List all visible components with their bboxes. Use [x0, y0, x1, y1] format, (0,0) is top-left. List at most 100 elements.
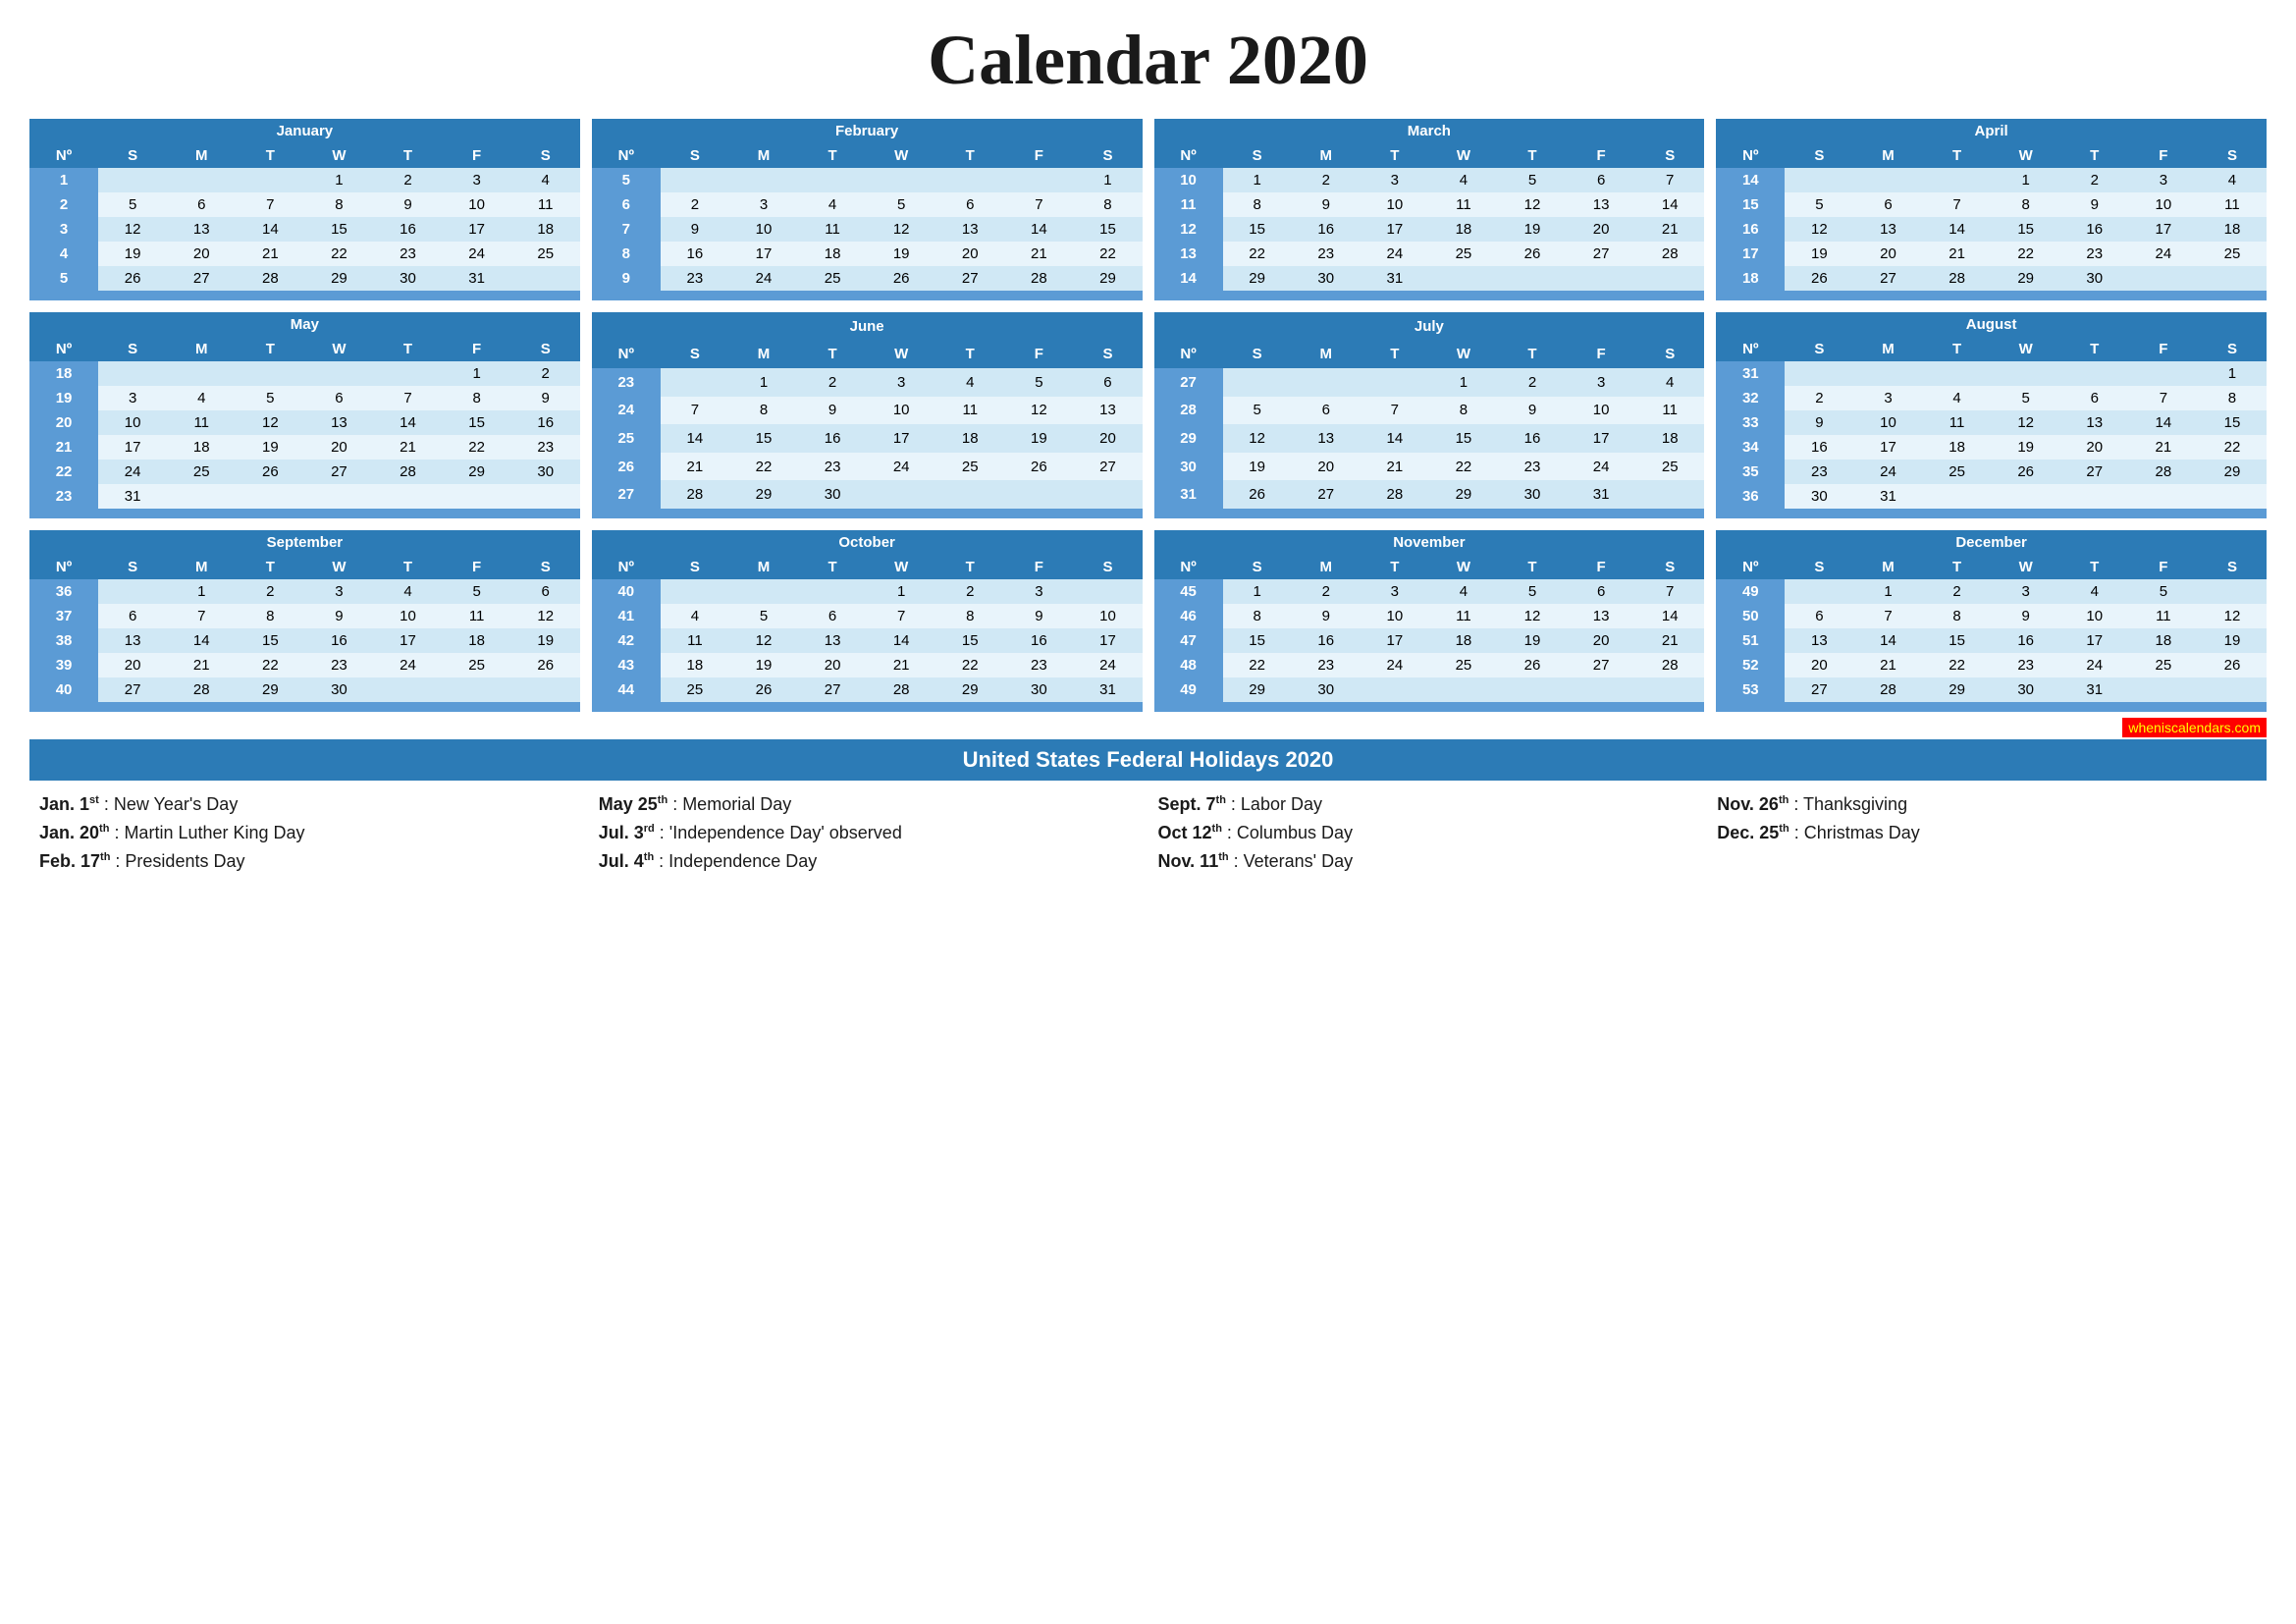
day-cell: 2: [511, 361, 580, 386]
week-number: 47: [1154, 628, 1223, 653]
day-cell: 14: [1923, 217, 1992, 242]
day-cell: 17: [2129, 217, 2198, 242]
day-cell: 28: [1361, 480, 1429, 509]
day-header-S: S: [2198, 555, 2267, 579]
day-cell: 2: [373, 168, 442, 192]
day-cell: 12: [1785, 217, 1853, 242]
week-row: 23123456: [592, 368, 1143, 397]
week-num-header: Nº: [592, 143, 661, 168]
day-cell: 2: [661, 192, 729, 217]
day-header-S: S: [1223, 555, 1292, 579]
holiday-column: Sept. 7th : Labor DayOct 12th : Columbus…: [1158, 790, 1698, 876]
day-cell: 5: [236, 386, 304, 410]
day-cell: 20: [1567, 628, 1635, 653]
day-cell: 6: [304, 386, 373, 410]
week-number: 37: [29, 604, 98, 628]
day-cell: 26: [1004, 453, 1073, 481]
day-cell: 24: [1853, 460, 1922, 484]
week-row: 4145678910: [592, 604, 1143, 628]
day-cell: 10: [1073, 604, 1142, 628]
day-cell: 28: [661, 480, 729, 509]
day-cell: [1635, 677, 1704, 702]
day-cell: 22: [304, 242, 373, 266]
day-cell: 6: [98, 604, 167, 628]
day-cell: 25: [2198, 242, 2267, 266]
day-header-T: T: [236, 337, 304, 361]
day-cell: 25: [443, 653, 511, 677]
day-cell: 10: [1361, 604, 1429, 628]
day-cell: [1992, 484, 2060, 509]
day-cell: 6: [1785, 604, 1853, 628]
day-cell: [798, 579, 867, 604]
day-cell: 10: [2060, 604, 2129, 628]
day-cell: 26: [511, 653, 580, 677]
day-cell: 5: [1498, 579, 1567, 604]
day-header-W: W: [1429, 143, 1498, 168]
day-cell: 17: [1361, 217, 1429, 242]
day-cell: 22: [443, 435, 511, 460]
day-cell: 27: [1785, 677, 1853, 702]
week-number: 6: [592, 192, 661, 217]
week-number: 34: [1716, 435, 1785, 460]
day-header-T: T: [2060, 143, 2129, 168]
day-header-F: F: [2129, 143, 2198, 168]
day-cell: 19: [729, 653, 798, 677]
day-header-M: M: [1853, 337, 1922, 361]
week-number: 27: [592, 480, 661, 509]
day-cell: 21: [867, 653, 935, 677]
day-cell: 22: [729, 453, 798, 481]
day-cell: 14: [1853, 628, 1922, 653]
week-row: 419202122232425: [29, 242, 580, 266]
week-row: 322345678: [1716, 386, 2267, 410]
day-cell: [2129, 266, 2198, 291]
watermark-link[interactable]: wheniscalendars.com: [2122, 718, 2267, 737]
week-number: 26: [592, 453, 661, 481]
week-row: 4318192021222324: [592, 653, 1143, 677]
day-header-F: F: [443, 555, 511, 579]
day-cell: 16: [1004, 628, 1073, 653]
day-cell: 11: [661, 628, 729, 653]
day-cell: 11: [511, 192, 580, 217]
day-cell: [1361, 677, 1429, 702]
day-cell: 28: [236, 266, 304, 291]
week-row: 376789101112: [29, 604, 580, 628]
day-cell: 3: [1567, 368, 1635, 397]
day-cell: 21: [661, 453, 729, 481]
day-header-W: W: [867, 555, 935, 579]
day-cell: 24: [373, 653, 442, 677]
day-cell: 30: [1785, 484, 1853, 509]
week-number: 10: [1154, 168, 1223, 192]
week-number: 41: [592, 604, 661, 628]
day-cell: [443, 484, 511, 509]
month-table-june: JuneNºSMTWTFS231234562478910111213251415…: [592, 312, 1143, 518]
day-cell: 8: [1073, 192, 1142, 217]
week-number: 23: [29, 484, 98, 509]
week-row: 5262728293031: [29, 266, 580, 291]
day-cell: 5: [2129, 579, 2198, 604]
day-cell: 12: [1992, 410, 2060, 435]
day-cell: 8: [935, 604, 1004, 628]
day-cell: [236, 484, 304, 509]
day-cell: 16: [1992, 628, 2060, 653]
week-num-header: Nº: [1154, 555, 1223, 579]
day-header-T: T: [935, 555, 1004, 579]
day-cell: 7: [167, 604, 236, 628]
day-cell: 4: [1635, 368, 1704, 397]
day-header-F: F: [1004, 143, 1073, 168]
day-cell: 18: [2198, 217, 2267, 242]
week-number: 14: [1154, 266, 1223, 291]
day-header-T: T: [1923, 337, 1992, 361]
week-row: 3523242526272829: [1716, 460, 2267, 484]
day-cell: 11: [1923, 410, 1992, 435]
week-row: 31262728293031: [1154, 480, 1705, 509]
day-cell: 28: [1923, 266, 1992, 291]
day-cell: 18: [511, 217, 580, 242]
day-cell: 9: [661, 217, 729, 242]
day-cell: 29: [1992, 266, 2060, 291]
day-cell: 19: [2198, 628, 2267, 653]
day-cell: 23: [511, 435, 580, 460]
day-header-W: W: [1992, 555, 2060, 579]
day-cell: 9: [1785, 410, 1853, 435]
day-cell: 12: [511, 604, 580, 628]
month-name-august: August: [1716, 312, 2267, 337]
